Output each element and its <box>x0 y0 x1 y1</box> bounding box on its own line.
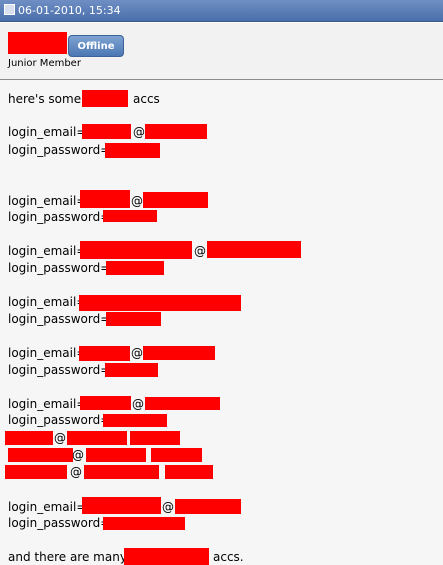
at-sign: @ <box>70 465 82 479</box>
password-label: login_password= <box>8 210 111 224</box>
email-label: login_email= <box>8 194 87 208</box>
email-label: login_email= <box>8 397 87 411</box>
outro-text: and there are many <box>8 550 127 564</box>
redacted-block <box>145 397 220 410</box>
redacted-block <box>106 312 161 326</box>
email-label: login_email= <box>8 500 87 514</box>
intro-text-end: accs <box>133 92 160 106</box>
user-info-bar: Offline Junior Member <box>0 23 443 80</box>
at-sign: @ <box>131 346 143 360</box>
offline-status-button[interactable]: Offline <box>68 35 124 57</box>
redacted-block <box>165 465 213 479</box>
redacted-block <box>207 241 301 258</box>
at-sign: @ <box>132 397 144 411</box>
redacted-block <box>82 90 128 107</box>
user-title: Junior Member <box>8 58 81 69</box>
outro-text-end: accs. <box>213 550 244 564</box>
redacted-block <box>145 124 207 139</box>
redacted-block <box>105 363 158 377</box>
redacted-block <box>86 448 146 462</box>
post-content: here's some accs login_email= @ login_pa… <box>0 80 443 565</box>
redacted-block <box>106 261 164 275</box>
redacted-block <box>80 190 130 208</box>
password-label: login_password= <box>8 413 111 427</box>
redacted-block <box>143 346 215 360</box>
email-label: login_email= <box>8 346 87 360</box>
redacted-block <box>105 143 160 158</box>
post-header-bar: 06-01-2010, 15:34 <box>0 0 443 22</box>
redacted-block <box>79 295 241 311</box>
redacted-block <box>5 431 53 445</box>
password-label: login_password= <box>8 143 111 157</box>
redacted-block <box>80 241 192 259</box>
password-label: login_password= <box>8 312 111 326</box>
redacted-block <box>124 548 209 565</box>
email-label: login_email= <box>8 295 87 309</box>
email-label: login_email= <box>8 125 87 139</box>
password-label: login_password= <box>8 261 111 275</box>
at-sign: @ <box>133 125 145 139</box>
redacted-block <box>103 210 157 222</box>
redacted-block <box>103 517 185 530</box>
post-icon <box>4 4 15 15</box>
redacted-block <box>130 431 180 445</box>
email-label: login_email= <box>8 244 87 258</box>
redacted-block <box>82 497 161 514</box>
redacted-block <box>151 448 202 462</box>
redacted-block <box>67 431 127 445</box>
redacted-block <box>82 124 131 139</box>
redacted-block <box>8 448 73 462</box>
at-sign: @ <box>131 194 143 208</box>
redacted-block <box>103 414 167 427</box>
redacted-block <box>175 499 241 514</box>
at-sign: @ <box>162 500 174 514</box>
intro-text: here's some <box>8 92 82 106</box>
post-datetime: 06-01-2010, 15:34 <box>18 4 121 17</box>
at-sign: @ <box>194 244 206 258</box>
password-label: login_password= <box>8 363 111 377</box>
redacted-block <box>143 192 208 208</box>
redacted-username[interactable] <box>8 32 67 54</box>
password-label: login_password= <box>8 516 111 530</box>
redacted-block <box>80 396 131 410</box>
redacted-block <box>5 465 67 479</box>
at-sign: @ <box>72 448 84 462</box>
at-sign: @ <box>54 431 66 445</box>
redacted-block <box>84 465 159 479</box>
redacted-block <box>79 346 130 361</box>
